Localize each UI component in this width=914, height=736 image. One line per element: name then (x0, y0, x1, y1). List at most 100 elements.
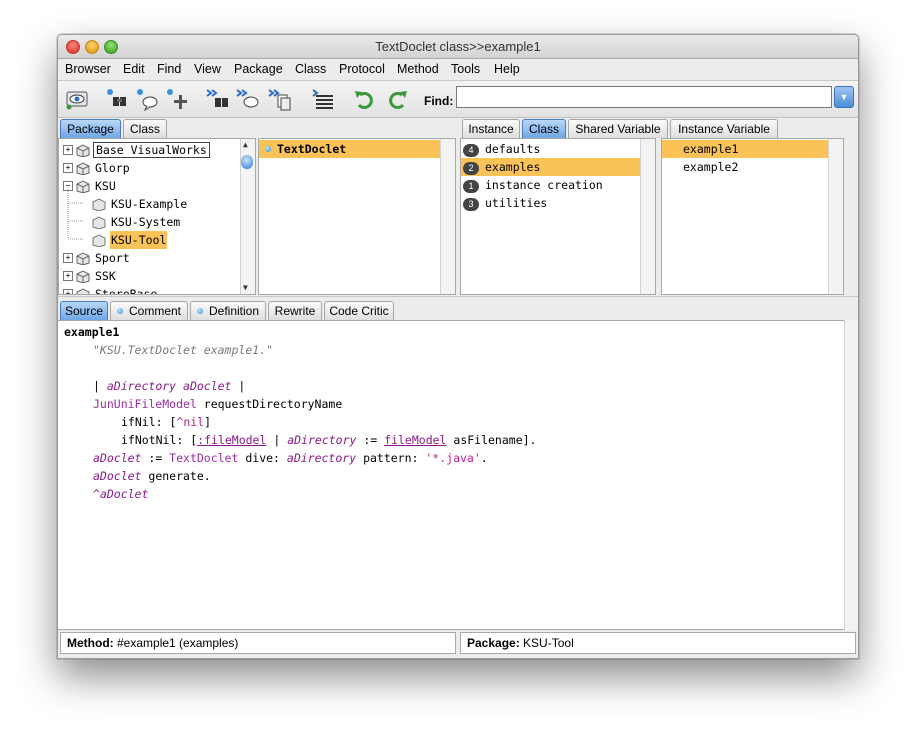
senders-bubble-icon[interactable] (234, 87, 260, 111)
code-token: generate. (141, 469, 211, 483)
package-icon (92, 216, 106, 229)
code-token: dive: (238, 451, 287, 465)
tab-shared-variable[interactable]: Shared Variable (568, 119, 668, 138)
status-method-label: Method: (67, 636, 114, 650)
find-bubble-icon[interactable] (134, 87, 160, 111)
scope-tabs: Instance Class Shared Variable Instance … (462, 119, 858, 139)
menu-class[interactable]: Class (295, 62, 326, 76)
tab-rewrite[interactable]: Rewrite (268, 301, 322, 320)
protocol-count-badge: 2 (463, 162, 479, 175)
source-code-editor[interactable]: example1 "KSU.TextDoclet example1." | aD… (58, 320, 844, 630)
menu-bar: Browser Edit Find View Package Class Pro… (58, 59, 858, 81)
tree-label: Sport (95, 251, 130, 265)
class-list[interactable]: TextDoclet (258, 138, 456, 295)
package-scrollbar[interactable]: ▲ ▼ (240, 139, 255, 294)
browse-eye-icon[interactable] (64, 87, 90, 111)
find-input[interactable] (456, 86, 832, 108)
tree-label: KSU-System (111, 215, 181, 229)
protocol-scrollbar[interactable] (640, 139, 655, 294)
code-line-10: ^aDoclet (93, 485, 148, 503)
code-token: requestDirectoryName (196, 397, 343, 411)
tab-code-critic[interactable]: Code Critic (324, 301, 394, 320)
protocol-row-selected[interactable]: 2 examples (461, 158, 641, 176)
tree-label: Glorp (95, 161, 130, 175)
status-package: Package: KSU-Tool (460, 632, 856, 654)
class-row-textdoclet[interactable]: TextDoclet (259, 140, 441, 158)
protocol-row[interactable]: 3 utilities (461, 194, 641, 212)
tab-package[interactable]: Package (60, 119, 121, 138)
code-token: := (356, 433, 385, 447)
undo-icon[interactable] (352, 87, 378, 111)
scroll-up-arrow-icon[interactable]: ▲ (243, 140, 248, 149)
tab-definition[interactable]: Definition (190, 301, 266, 320)
code-line-9: aDoclet generate. (93, 467, 211, 485)
add-icon[interactable] (164, 87, 190, 111)
tree-row-ksu-system[interactable]: KSU-System (59, 213, 243, 231)
menu-find[interactable]: Find (157, 62, 181, 76)
tab-class[interactable]: Class (123, 119, 167, 138)
code-token: | (266, 433, 288, 447)
expand-icon[interactable]: + (63, 253, 73, 263)
expand-icon[interactable]: + (63, 145, 73, 155)
tab-class-side[interactable]: Class (522, 119, 566, 138)
menu-tools[interactable]: Tools (451, 62, 480, 76)
protocol-row[interactable]: 1 instance creation (461, 176, 641, 194)
code-token: ] (204, 415, 212, 429)
redo-icon[interactable] (384, 87, 410, 111)
protocol-list[interactable]: 4 defaults 2 examples 1 instance creation 3… (460, 138, 656, 295)
method-comment: "KSU.TextDoclet example1." (93, 343, 274, 357)
menu-method[interactable]: Method (397, 62, 439, 76)
menu-browser[interactable]: Browser (65, 62, 111, 76)
window-title: TextDoclet class>>example1 (375, 39, 541, 54)
format-lines-icon[interactable] (310, 87, 336, 111)
status-method: Method: #example1 (examples) (60, 632, 456, 654)
code-line-selector: example1 (64, 323, 119, 341)
expand-icon[interactable]: + (63, 271, 73, 281)
protocol-row[interactable]: 4 defaults (461, 140, 641, 158)
tab-comment[interactable]: Comment (110, 301, 188, 320)
tree-row-ksu-tool[interactable]: KSU-Tool (59, 231, 243, 249)
method-row[interactable]: example2 (662, 158, 829, 176)
code-token: :fileModel (197, 433, 267, 447)
method-list[interactable]: example1 example2 (661, 138, 844, 295)
tree-row-storebase[interactable]: + StoreBase (59, 285, 243, 294)
find-dropdown-button[interactable]: ▼ (834, 86, 854, 108)
references-pages-icon[interactable] (266, 87, 292, 111)
tree-row-ksu-example[interactable]: KSU-Example (59, 195, 243, 213)
tree-row-sport[interactable]: + Sport (59, 249, 243, 267)
code-token: aDirectory (287, 433, 357, 447)
menu-view[interactable]: View (194, 62, 221, 76)
tab-source[interactable]: Source (60, 301, 108, 320)
tree-row-ssk[interactable]: + SSK (59, 267, 243, 285)
status-method-value: #example1 (examples) (117, 636, 239, 650)
tab-comment-label: Comment (128, 304, 181, 318)
protocol-label: instance creation (485, 178, 603, 192)
protocol-count-badge: 1 (463, 180, 479, 193)
binoculars-icon[interactable] (104, 87, 130, 111)
code-token: ifNil: [ (121, 415, 177, 429)
package-tree[interactable]: + Base VisualWorks + Glorp − KSU KSU-Exa… (58, 138, 256, 295)
menu-help[interactable]: Help (494, 62, 520, 76)
menu-edit[interactable]: Edit (123, 62, 145, 76)
tab-instance[interactable]: Instance (462, 119, 520, 138)
class-scrollbar[interactable] (440, 139, 455, 294)
method-row-selected[interactable]: example1 (662, 140, 829, 158)
expand-icon[interactable]: + (63, 289, 73, 294)
implementors-binoculars-icon[interactable] (204, 87, 230, 111)
expand-icon[interactable]: + (63, 163, 73, 173)
scroll-down-arrow-icon[interactable]: ▼ (243, 283, 248, 292)
method-scrollbar[interactable] (828, 139, 843, 294)
class-label: TextDoclet (277, 142, 347, 156)
code-line-6: ifNil: [^nil] (121, 413, 211, 431)
code-scrollbar[interactable] (844, 320, 858, 630)
menu-protocol[interactable]: Protocol (339, 62, 385, 76)
code-line-temps: | aDirectory aDoclet | (93, 377, 245, 395)
scroll-thumb[interactable] (241, 155, 253, 169)
tree-row-glorp[interactable]: + Glorp (59, 159, 243, 177)
code-line-7: ifNotNil: [:fileModel | aDirectory := fi… (121, 431, 536, 449)
menu-package[interactable]: Package (234, 62, 283, 76)
tab-instance-variable[interactable]: Instance Variable (670, 119, 778, 138)
find-label: Find: (424, 94, 454, 108)
status-package-value: KSU-Tool (523, 636, 574, 650)
tree-row-base-visualworks[interactable]: + Base VisualWorks (59, 141, 243, 159)
